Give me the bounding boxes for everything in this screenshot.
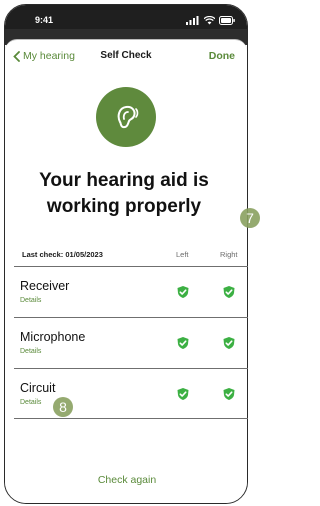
last-check-date: Last check: 01/05/2023 [22,250,103,259]
nav-bar: My hearing Self Check Done [5,39,247,67]
headline-line-1: Your hearing aid is [39,170,209,191]
details-link[interactable]: Details [20,297,41,304]
component-name: Circuit [20,381,56,395]
details-link[interactable]: Details [20,399,41,406]
details-link[interactable]: Details [20,348,41,355]
shield-check-icon [177,388,189,400]
status-headline: Your hearing aid is working properly [14,168,234,220]
column-right: Right [220,250,238,259]
table-row: Microphone Details [14,317,248,369]
shield-check-icon [177,337,189,349]
shield-check-icon [223,337,235,349]
shield-check-icon [223,286,235,298]
component-name: Microphone [20,330,86,344]
status-icons [186,15,235,25]
hearing-aid-icon [117,105,139,129]
table-bottom-divider [14,418,248,419]
shield-check-icon [223,388,235,400]
done-button[interactable]: Done [209,50,235,62]
wifi-icon [204,15,215,24]
annotation-marker: 8 [53,397,73,417]
table-header: Last check: 01/05/2023 Left Right [18,246,246,266]
battery-icon [219,15,235,25]
component-name: Receiver [20,279,70,293]
status-time: 9:41 [35,15,54,25]
signal-icon [186,15,199,25]
table-row: Circuit Details [14,368,248,420]
table-row: Receiver Details [14,266,248,318]
headline-line-2: working properly [46,196,202,217]
hearing-aid-badge [96,87,156,147]
annotation-marker: 7 [240,208,260,228]
shield-check-icon [177,286,189,298]
check-again-button[interactable]: Check again [0,474,254,486]
column-left: Left [176,250,189,259]
